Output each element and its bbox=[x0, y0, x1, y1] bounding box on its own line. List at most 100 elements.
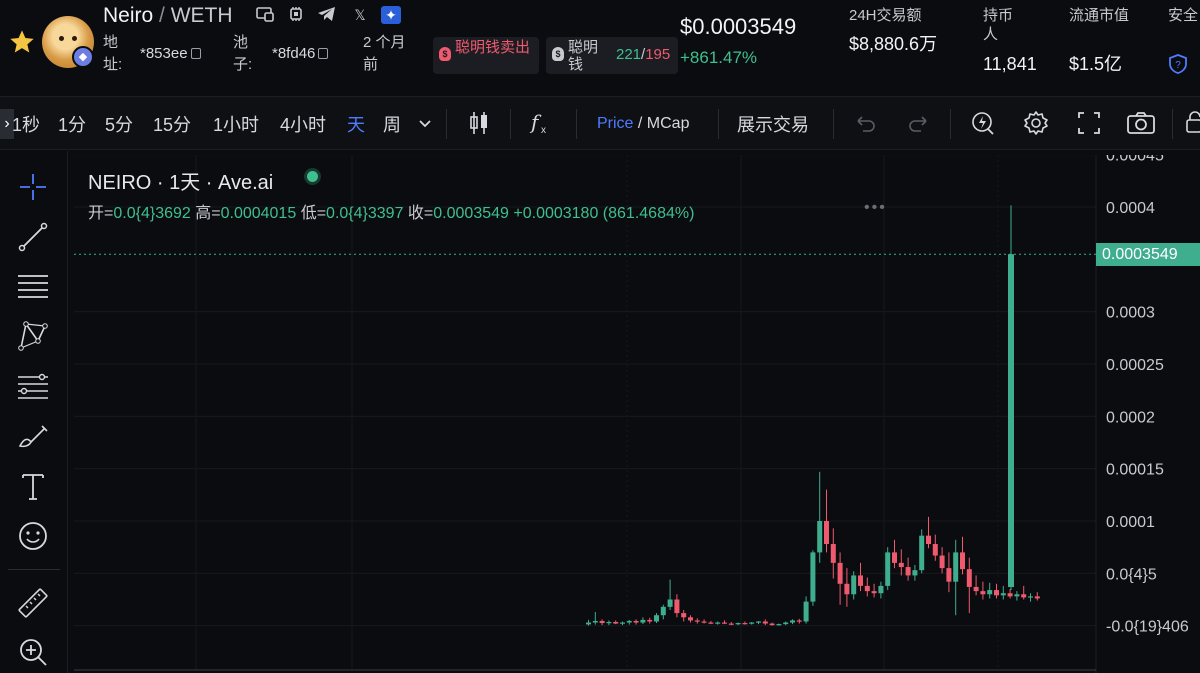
indicators-fx-icon[interactable]: f x bbox=[528, 109, 554, 137]
candles-group bbox=[586, 205, 1040, 626]
candle-body bbox=[688, 617, 693, 621]
high-value: 0.0004015 bbox=[220, 205, 297, 222]
y-tick-label: 0.0004 bbox=[1106, 200, 1155, 217]
candle-body bbox=[871, 591, 877, 594]
candle-body bbox=[892, 552, 897, 563]
gear-icon[interactable] bbox=[1023, 109, 1049, 137]
undo-icon[interactable] bbox=[853, 109, 879, 137]
candle-body bbox=[973, 586, 979, 592]
candle-body bbox=[946, 568, 952, 582]
timeframe-15m[interactable]: 15分 bbox=[153, 111, 191, 137]
bird-icon[interactable]: ✦ bbox=[381, 6, 401, 24]
candle-body bbox=[898, 562, 904, 568]
candle-body bbox=[912, 570, 918, 576]
candle-body bbox=[776, 624, 782, 626]
mcap-label: 流通市值 bbox=[1069, 7, 1130, 24]
redo-icon[interactable] bbox=[905, 109, 931, 137]
camera-icon[interactable] bbox=[1126, 109, 1156, 137]
candle-body bbox=[694, 620, 700, 622]
smart-money-counts: 221/195 bbox=[616, 46, 671, 63]
copy-address-icon[interactable] bbox=[190, 48, 201, 59]
chart-legend-title: NEIRO · 1天 · Ave.ai bbox=[88, 172, 274, 194]
close-value: 0.0003549 bbox=[433, 205, 509, 222]
timeframe-1d[interactable]: 天 bbox=[347, 111, 365, 137]
zoom-in-icon[interactable] bbox=[16, 635, 50, 669]
timeframe-1w[interactable]: 周 bbox=[383, 111, 401, 137]
candle-body bbox=[640, 619, 646, 623]
svg-text:x: x bbox=[541, 125, 546, 136]
favorite-star-icon[interactable] bbox=[8, 28, 36, 56]
candle-body bbox=[905, 567, 911, 576]
price-mcap-toggle[interactable]: Price / MCap bbox=[597, 115, 689, 133]
candle-body bbox=[837, 562, 843, 584]
candle-body bbox=[939, 555, 945, 569]
alert-zap-icon[interactable] bbox=[970, 109, 996, 137]
candle-body bbox=[762, 621, 768, 624]
x-twitter-icon[interactable]: 𝕏 bbox=[350, 6, 370, 24]
pool-value[interactable]: *8fd46 bbox=[272, 45, 329, 62]
timeframe-1h[interactable]: 1小时 bbox=[213, 111, 259, 137]
y-tick-label: 0.0001 bbox=[1106, 514, 1155, 531]
pattern-icon[interactable] bbox=[16, 319, 50, 353]
candle-body bbox=[647, 619, 653, 622]
lock-icon[interactable] bbox=[1186, 109, 1200, 137]
ruler-icon[interactable] bbox=[16, 586, 50, 620]
candle-body bbox=[667, 599, 673, 607]
candle-body bbox=[586, 622, 591, 625]
candle-body bbox=[626, 620, 632, 623]
candle-body bbox=[824, 521, 829, 545]
address-value[interactable]: *853ee bbox=[140, 45, 201, 62]
brush-icon[interactable] bbox=[16, 420, 50, 454]
text-tool-icon[interactable] bbox=[16, 469, 50, 503]
fullscreen-icon[interactable] bbox=[1076, 109, 1102, 137]
candle-body bbox=[803, 601, 809, 622]
candle-body bbox=[926, 535, 931, 545]
crosshair-icon[interactable] bbox=[16, 170, 50, 204]
horizontal-lines-icon[interactable] bbox=[16, 269, 50, 303]
copy-pool-icon[interactable] bbox=[318, 48, 329, 59]
trend-line-icon[interactable] bbox=[16, 220, 50, 254]
chevron-down-icon[interactable] bbox=[415, 113, 435, 133]
candle-body bbox=[817, 521, 823, 553]
timeframe-1m[interactable]: 1分 bbox=[58, 111, 86, 137]
price-axis[interactable]: 0.00045 0.0004 0.0003 0.00025 0.0002 0.00015 0… bbox=[1106, 155, 1189, 636]
smart-money-badge[interactable]: $ 聪明钱 221/195 bbox=[546, 37, 678, 74]
smart-money-sell-badge[interactable]: $ 聪明钱卖出 bbox=[433, 37, 539, 74]
timeframe-1s[interactable]: 1秒 bbox=[12, 111, 40, 137]
candlestick-type-icon[interactable] bbox=[466, 109, 492, 137]
ethereum-chain-icon: ◆ bbox=[72, 46, 94, 68]
holders-label: 持币人 bbox=[983, 7, 1014, 43]
telegram-icon[interactable] bbox=[317, 6, 337, 24]
fib-retracement-icon[interactable] bbox=[16, 369, 50, 403]
pair-separator: / bbox=[159, 4, 165, 27]
open-value: 0.0{4}3692 bbox=[113, 205, 191, 222]
candle-body bbox=[749, 622, 755, 624]
timeframe-5m[interactable]: 5分 bbox=[105, 111, 133, 137]
candle-body bbox=[1000, 593, 1006, 596]
candle-body bbox=[620, 622, 625, 624]
shield-icon[interactable]: ? bbox=[1168, 54, 1188, 74]
more-dots-icon[interactable]: ••• bbox=[864, 199, 887, 217]
candle-body bbox=[987, 590, 993, 595]
emoji-icon[interactable] bbox=[16, 519, 50, 553]
timeframe-4h[interactable]: 4小时 bbox=[280, 111, 326, 137]
candle-body bbox=[932, 544, 938, 556]
candle-body bbox=[953, 552, 959, 582]
money-bag-icon: $ bbox=[439, 47, 451, 61]
candle-body bbox=[722, 622, 727, 624]
candle-body bbox=[878, 585, 884, 594]
safety-label: 安全 bbox=[1168, 7, 1199, 24]
candle-body bbox=[810, 552, 816, 602]
chart-grid bbox=[74, 155, 1096, 670]
candlestick-chart[interactable]: 0.00045 0.0004 0.0003 0.00025 0.0002 0.00015 0… bbox=[74, 155, 1200, 673]
y-tick-label: 0.0{4}5 bbox=[1106, 566, 1157, 583]
token-pair-title: Neiro / WETH bbox=[103, 4, 233, 28]
candle-body bbox=[851, 575, 857, 595]
volume-label: 24H交易额 bbox=[849, 7, 922, 24]
candle-body bbox=[742, 623, 748, 625]
candle-body bbox=[715, 622, 721, 624]
website-icon[interactable] bbox=[255, 6, 275, 24]
candle-body bbox=[1021, 594, 1027, 598]
show-trades-button[interactable]: 展示交易 bbox=[737, 111, 809, 137]
contract-chip-icon[interactable] bbox=[286, 6, 306, 24]
